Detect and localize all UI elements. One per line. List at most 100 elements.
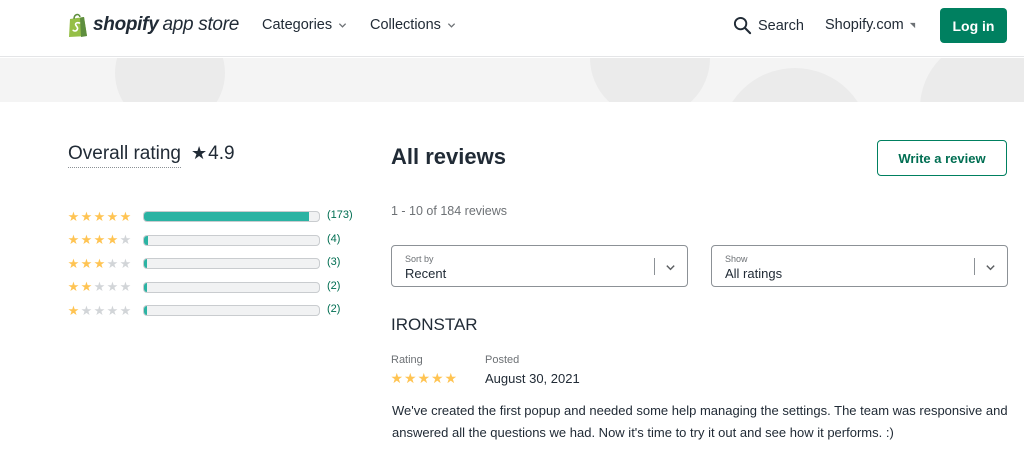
overall-rating-score: ★4.9 bbox=[191, 143, 235, 165]
select-divider bbox=[654, 258, 655, 275]
star-icon: ★ bbox=[67, 255, 80, 271]
shopify-bag-icon bbox=[69, 13, 87, 37]
rating-bar bbox=[143, 234, 320, 246]
external-link-icon bbox=[909, 22, 915, 28]
rating-count[interactable]: (2) bbox=[327, 280, 340, 292]
write-review-button[interactable]: Write a review bbox=[877, 140, 1007, 176]
star-icon: ★ bbox=[119, 279, 132, 294]
sort-by-value: Recent bbox=[405, 266, 447, 281]
star-icon: ★ bbox=[93, 255, 106, 271]
star-icon: ★ bbox=[106, 302, 119, 318]
star-icon: ★ bbox=[119, 232, 132, 247]
hero-banner bbox=[0, 58, 1024, 102]
brand-suffix: app store bbox=[162, 14, 239, 35]
review-posted-date: August 30, 2021 bbox=[485, 371, 580, 386]
star-icon: ★ bbox=[119, 302, 132, 318]
star-icon: ★ bbox=[80, 279, 93, 294]
show-filter-value: All ratings bbox=[725, 266, 783, 281]
all-reviews-heading: All reviews bbox=[391, 144, 506, 169]
rating-bar bbox=[143, 281, 320, 293]
banner-decoration bbox=[590, 58, 710, 102]
rating-bar bbox=[143, 305, 320, 316]
star-icon: ★ bbox=[106, 255, 119, 271]
rating-bar-fill bbox=[144, 212, 309, 221]
overall-rating-label: Overall rating bbox=[68, 143, 181, 168]
rating-bar-fill bbox=[144, 282, 147, 292]
nav-collections[interactable]: Collections bbox=[370, 17, 456, 33]
review-body-text: We've created the first popup and needed… bbox=[392, 403, 1008, 440]
nav-collections-label: Collections bbox=[370, 17, 441, 33]
top-navigation: shopify app store Categories Collections… bbox=[0, 0, 1024, 57]
star-icon: ★ bbox=[403, 370, 417, 386]
review-posted-label: Posted bbox=[485, 354, 520, 366]
show-filter-select[interactable]: Show All ratings bbox=[711, 245, 1008, 287]
review-star-rating: ★ ★ ★ ★ ★ bbox=[390, 371, 458, 385]
rating-bar bbox=[143, 258, 320, 269]
star-icon: ★ bbox=[417, 370, 431, 386]
search-button[interactable]: Search bbox=[733, 16, 804, 35]
show-filter-label: Show bbox=[725, 254, 748, 264]
histogram-row-2-star[interactable]: ★ ★ ★ ★ ★ (2) bbox=[67, 279, 367, 295]
login-button[interactable]: Log in bbox=[940, 8, 1007, 43]
star-icon: ★ bbox=[119, 255, 132, 271]
star-icon: ★ bbox=[390, 370, 404, 386]
chevron-down-icon bbox=[447, 22, 456, 28]
star-icon: ★ bbox=[93, 279, 106, 294]
shopify-com-link[interactable]: Shopify.com bbox=[825, 17, 916, 33]
histogram-row-4-star[interactable]: ★ ★ ★ ★ ★ (4) bbox=[67, 232, 367, 248]
star-icon: ★ bbox=[93, 208, 106, 224]
banner-decoration bbox=[720, 68, 870, 102]
star-rating: ★ ★ ★ ★ ★ bbox=[67, 304, 132, 317]
chevron-down-icon bbox=[986, 265, 995, 271]
star-icon: ★ bbox=[67, 279, 80, 294]
star-icon: ★ bbox=[191, 143, 208, 163]
histogram-row-1-star[interactable]: ★ ★ ★ ★ ★ (2) bbox=[67, 302, 367, 318]
star-icon: ★ bbox=[93, 232, 106, 247]
star-icon: ★ bbox=[444, 370, 458, 386]
review-rating-label: Rating bbox=[391, 354, 423, 366]
rating-bar-fill bbox=[144, 235, 148, 245]
rating-bar-fill bbox=[144, 306, 147, 315]
star-icon: ★ bbox=[67, 232, 80, 247]
shopify-app-store-logo[interactable]: shopify app store bbox=[67, 11, 239, 39]
chevron-down-icon bbox=[339, 22, 347, 28]
rating-bar-fill bbox=[144, 259, 147, 268]
histogram-row-3-star[interactable]: ★ ★ ★ ★ ★ (3) bbox=[67, 255, 367, 271]
star-icon: ★ bbox=[67, 302, 80, 318]
star-icon: ★ bbox=[93, 302, 106, 318]
review-author: IRONSTAR bbox=[391, 315, 478, 334]
search-icon bbox=[733, 16, 752, 35]
rating-count[interactable]: (173) bbox=[327, 209, 353, 221]
star-icon: ★ bbox=[80, 255, 93, 271]
star-icon: ★ bbox=[106, 208, 119, 224]
star-rating: ★ ★ ★ ★ ★ bbox=[67, 257, 132, 270]
select-divider bbox=[974, 258, 975, 275]
banner-decoration bbox=[115, 58, 225, 102]
nav-categories[interactable]: Categories bbox=[262, 17, 347, 33]
histogram-row-5-star[interactable]: ★ ★ ★ ★ ★ (173) bbox=[67, 208, 367, 224]
star-icon: ★ bbox=[106, 279, 119, 294]
overall-score-value: 4.9 bbox=[208, 143, 235, 164]
star-icon: ★ bbox=[430, 370, 444, 386]
star-icon: ★ bbox=[80, 208, 93, 224]
rating-count[interactable]: (3) bbox=[327, 256, 340, 268]
rating-count[interactable]: (2) bbox=[327, 303, 340, 315]
star-icon: ★ bbox=[67, 208, 80, 224]
chevron-down-icon bbox=[666, 265, 675, 271]
rating-count[interactable]: (4) bbox=[327, 233, 340, 245]
brand-name: shopify bbox=[93, 14, 159, 35]
star-rating: ★ ★ ★ ★ ★ bbox=[67, 280, 132, 293]
review-range-text: 1 - 10 of 184 reviews bbox=[391, 204, 508, 218]
banner-decoration bbox=[920, 58, 1024, 102]
star-rating: ★ ★ ★ ★ ★ bbox=[67, 233, 132, 246]
search-label: Search bbox=[758, 17, 804, 34]
star-icon: ★ bbox=[80, 232, 93, 247]
star-icon: ★ bbox=[106, 232, 119, 247]
overall-rating: Overall rating ★4.9 bbox=[68, 143, 235, 168]
sort-by-select[interactable]: Sort by Recent bbox=[391, 245, 688, 287]
shopify-com-label: Shopify.com bbox=[825, 17, 904, 33]
sort-by-label: Sort by bbox=[405, 254, 434, 264]
star-rating: ★ ★ ★ ★ ★ bbox=[67, 210, 132, 223]
star-icon: ★ bbox=[80, 302, 93, 318]
nav-categories-label: Categories bbox=[262, 17, 333, 33]
